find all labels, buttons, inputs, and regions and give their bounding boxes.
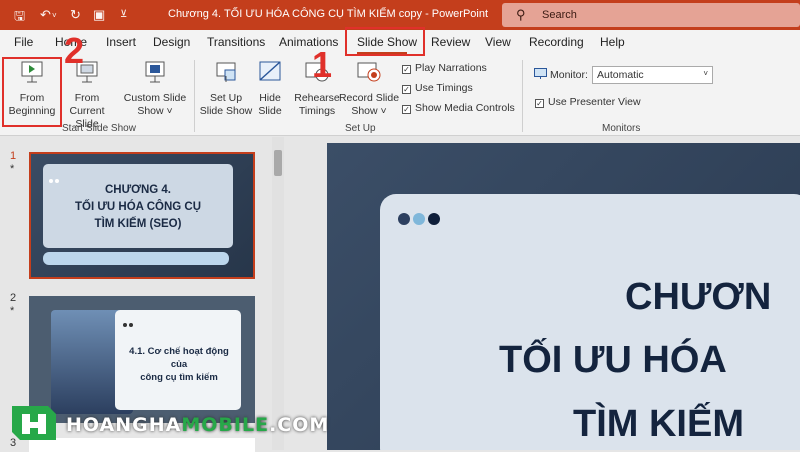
record-icon — [357, 62, 381, 82]
setup-show-label-2: Slide Show — [199, 105, 253, 117]
slide-transition-star: * — [10, 305, 15, 317]
use-presenter-view-label: Use Presenter View — [548, 96, 641, 108]
slide-thumbnail-1[interactable]: CHƯƠNG 4. TỐI ƯU HÓA CÔNG CỤ TÌM KIẾM (S… — [29, 152, 255, 279]
annotation-step-1: 1 — [312, 44, 333, 85]
window-dots — [398, 212, 443, 230]
window-dots — [123, 314, 135, 332]
custom-show-icon — [145, 61, 165, 83]
rehearse-label-1: Rehearse — [294, 92, 340, 104]
checkmark-icon: ✓ — [535, 99, 544, 108]
thumbnail-1-title-line: CHƯƠNG 4. — [105, 184, 171, 196]
thumbnail-scrollbar[interactable] — [272, 137, 284, 450]
present-icon[interactable]: ▣ — [93, 7, 105, 23]
annotation-box-from-beginning — [2, 57, 62, 127]
annotation-step-2: 2 — [64, 30, 85, 71]
ribbon: From Beginning From Current Slide Custom… — [0, 54, 800, 136]
search-box[interactable]: ⚲ Search — [502, 3, 800, 27]
slide-title-line-2: TỐI ƯU HÓA — [499, 339, 727, 381]
save-icon[interactable]: 🖫 — [14, 7, 25, 29]
set-up-slide-show-button[interactable]: Set Up Slide Show — [198, 60, 254, 118]
record-label-1: Record Slide — [338, 92, 400, 104]
tab-insert[interactable]: Insert — [106, 35, 136, 49]
slide-title-line-1: CHƯƠN — [625, 276, 772, 318]
custom-slide-show-button[interactable]: Custom Slide Show ˅ — [121, 60, 189, 118]
undo-dropdown-icon[interactable]: ˅ — [52, 11, 57, 20]
undo-icon[interactable]: ↶ — [40, 7, 51, 23]
tab-view[interactable]: View — [485, 35, 511, 49]
chevron-down-icon: ˅ — [703, 69, 708, 78]
slide-number: 2 — [10, 292, 17, 304]
group-divider — [522, 60, 523, 132]
hide-slide-label-2: Slide — [258, 105, 282, 117]
thumbnail-2-title-line: công cụ tìm kiếm — [140, 372, 218, 383]
watermark-text: HOANGHAMOBILE.COM — [66, 414, 330, 436]
annotation-box-slide-show-tab — [345, 27, 425, 56]
rehearse-label-2: Timings — [298, 105, 336, 117]
start-slide-show-group-label: Start Slide Show — [62, 123, 136, 134]
thumbnail-1-title-line: TÌM KIẾM (SEO) — [94, 218, 182, 230]
document-title: Chương 4. TỐI ƯU HÓA CÔNG CỤ TÌM KIẾM co… — [168, 8, 489, 20]
hoanghamobile-logo — [12, 406, 56, 440]
tab-design[interactable]: Design — [153, 35, 190, 49]
slide-transition-star: * — [10, 163, 15, 175]
hoanghamobile-watermark: HOANGHAMOBILE.COM — [8, 402, 328, 449]
hide-slide-button[interactable]: Hide Slide — [254, 60, 286, 118]
from-current-label-1: From — [74, 92, 100, 104]
slide-number: 1 — [10, 150, 17, 162]
thumbnail-2-title-line: 4.1. Cơ chế hoạt động của — [129, 346, 229, 370]
tab-file[interactable]: File — [14, 35, 33, 49]
play-narrations-checkbox[interactable]: ✓ Play Narrations — [402, 62, 487, 74]
hide-slide-label-1: Hide — [259, 92, 281, 104]
slide-thumbnail-2[interactable]: 4.1. Cơ chế hoạt động của công cụ tìm ki… — [29, 296, 255, 423]
thumbnail-1-title: CHƯƠNG 4. TỐI ƯU HÓA CÔNG CỤ TÌM KIẾM (S… — [43, 182, 233, 233]
monitor-icon — [534, 68, 547, 79]
thumbnail-1-title-line: TỐI ƯU HÓA CÔNG CỤ — [74, 201, 202, 213]
monitor-select-value: Automatic — [597, 69, 644, 81]
record-slide-show-button[interactable]: Record Slide Show ˅ — [338, 60, 400, 118]
checkmark-icon: ✓ — [402, 65, 411, 74]
use-timings-label: Use Timings — [415, 82, 473, 94]
main-slide-canvas[interactable]: CHƯƠN TỐI ƯU HÓA TÌM KIẾM — [327, 143, 800, 450]
title-bar: 🖫 ↶ ˅ ↻ ▣ ⊻ Chương 4. TỐI ƯU HÓA CÔNG CỤ… — [0, 0, 800, 30]
monitor-label-text: Monitor: — [550, 69, 588, 81]
customize-toolbar-icon[interactable]: ⊻ — [120, 9, 127, 20]
custom-show-label-2: Show ˅ — [137, 105, 173, 117]
tab-recording[interactable]: Recording — [529, 35, 584, 49]
thumbnail-2-title: 4.1. Cơ chế hoạt động của công cụ tìm ki… — [121, 345, 237, 384]
group-divider — [194, 60, 195, 132]
slide-title-line-3: TÌM KIẾM — [573, 403, 744, 445]
monitor-select[interactable]: Automatic ˅ — [592, 66, 713, 84]
setup-show-icon — [216, 62, 236, 82]
hide-slide-icon — [259, 61, 281, 81]
tab-help[interactable]: Help — [600, 35, 625, 49]
redo-icon[interactable]: ↻ — [70, 7, 81, 23]
record-label-2: Show ˅ — [351, 105, 387, 117]
thumbnail-search-bar — [43, 252, 229, 265]
checkmark-icon: ✓ — [402, 105, 411, 114]
show-media-controls-label: Show Media Controls — [415, 102, 515, 114]
play-narrations-label: Play Narrations — [415, 62, 487, 74]
tab-review[interactable]: Review — [431, 35, 470, 49]
search-icon: ⚲ — [516, 7, 526, 22]
use-timings-checkbox[interactable]: ✓ Use Timings — [402, 82, 473, 94]
tab-transitions[interactable]: Transitions — [207, 35, 265, 49]
set-up-group-label: Set Up — [345, 123, 376, 134]
use-presenter-view-checkbox[interactable]: ✓ Use Presenter View — [535, 96, 641, 108]
monitor-label: Monitor: — [534, 68, 588, 81]
checkmark-icon: ✓ — [402, 85, 411, 94]
search-placeholder: Search — [542, 9, 577, 21]
custom-show-label-1: Custom Slide — [123, 92, 187, 104]
monitors-group-label: Monitors — [602, 123, 641, 134]
setup-show-label-1: Set Up — [209, 92, 243, 104]
scrollbar-thumb[interactable] — [274, 150, 282, 176]
show-media-controls-checkbox[interactable]: ✓ Show Media Controls — [402, 102, 515, 114]
